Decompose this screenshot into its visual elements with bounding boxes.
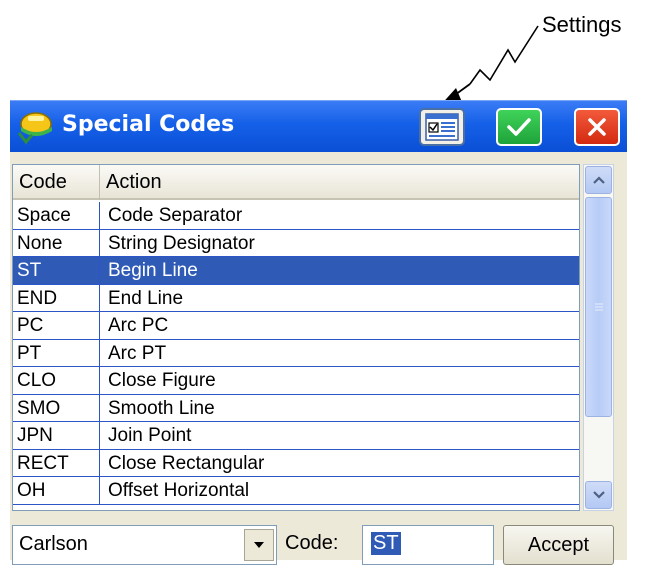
table-row[interactable]: JPN Join Point	[13, 422, 579, 450]
close-button[interactable]	[574, 108, 620, 146]
code-set-value: Carlson	[19, 533, 88, 555]
code-input[interactable]: ST	[362, 525, 494, 565]
settings-button[interactable]	[419, 108, 465, 146]
accept-button[interactable]: Accept	[503, 525, 614, 565]
cell-code: END	[13, 284, 100, 311]
vertical-scrollbar[interactable]	[583, 164, 614, 511]
column-header-code[interactable]: Code	[13, 165, 100, 200]
cell-action: Close Rectangular	[108, 452, 265, 474]
scroll-down-button[interactable]	[585, 481, 612, 509]
table-row[interactable]: OH Offset Horizontal	[13, 477, 579, 505]
table-header: Code Action	[13, 165, 579, 200]
title-bar: Special Codes	[10, 100, 627, 152]
cell-action: Begin Line	[108, 260, 198, 281]
cell-code: JPN	[13, 422, 100, 449]
window-title: Special Codes	[62, 112, 235, 137]
cell-action: Arc PT	[108, 342, 167, 364]
code-input-value: ST	[371, 532, 401, 555]
table-row[interactable]: PC Arc PC	[13, 312, 579, 340]
settings-grid-icon	[425, 113, 459, 141]
special-codes-table[interactable]: Code Action Space Code Separator None Strin…	[12, 164, 580, 511]
cell-action: Code Separator	[108, 205, 243, 226]
cell-code: OH	[13, 477, 100, 504]
close-icon	[588, 118, 606, 136]
code-label: Code:	[285, 532, 339, 554]
cell-code: Space	[13, 202, 100, 229]
checkmark-icon	[507, 118, 531, 136]
table-row[interactable]: SMO Smooth Line	[13, 394, 579, 422]
table-row[interactable]: CLO Close Figure	[13, 367, 579, 395]
table-row[interactable]: RECT Close Rectangular	[13, 449, 579, 477]
cell-code: PC	[13, 312, 100, 339]
code-set-dropdown[interactable]: Carlson	[12, 525, 277, 565]
cell-action: Close Figure	[108, 370, 216, 391]
surveyor-helmet-icon	[17, 112, 52, 145]
cell-code: RECT	[13, 449, 100, 476]
table-row[interactable]: None String Designator	[13, 229, 579, 257]
table-row[interactable]: PT Arc PT	[13, 339, 579, 367]
ok-button[interactable]	[496, 108, 542, 146]
cell-action: String Designator	[108, 232, 255, 254]
scroll-up-button[interactable]	[585, 166, 612, 194]
cell-action: Offset Horizontal	[108, 480, 250, 501]
settings-callout-label: Settings	[542, 12, 622, 37]
chevron-up-icon	[592, 176, 605, 184]
column-header-action[interactable]: Action	[100, 165, 579, 200]
cell-action: Smooth Line	[108, 397, 215, 419]
cell-code: PT	[13, 339, 100, 366]
dropdown-button[interactable]	[244, 529, 274, 561]
cell-action: Arc PC	[108, 315, 169, 336]
table-row[interactable]: ST Begin Line	[13, 257, 579, 285]
table-row[interactable]: Space Code Separator	[13, 202, 579, 230]
cell-action: Join Point	[108, 425, 192, 446]
cell-code: ST	[13, 257, 100, 284]
table-body: Space Code Separator None String Designator…	[13, 202, 579, 505]
chevron-down-icon	[592, 491, 605, 499]
table-row[interactable]: END End Line	[13, 284, 579, 312]
cell-code: CLO	[13, 367, 100, 394]
cell-code: SMO	[13, 394, 100, 421]
dropdown-arrow-icon	[254, 542, 264, 548]
cell-action: End Line	[108, 287, 184, 309]
grip-icon	[594, 303, 603, 311]
scroll-thumb[interactable]	[585, 197, 612, 417]
cell-code: None	[13, 229, 100, 256]
